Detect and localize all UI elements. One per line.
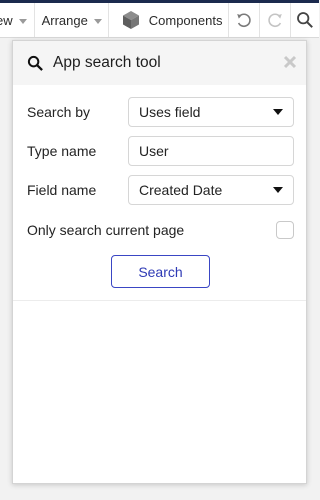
search-by-value: Uses field: [139, 104, 201, 120]
undo-icon: [237, 13, 252, 28]
type-name-label: Type name: [27, 143, 97, 159]
current-page-row: Only search current page: [27, 218, 294, 242]
components-button-label: Components: [148, 12, 223, 28]
redo-icon: [268, 13, 282, 28]
search-by-select[interactable]: Uses field: [128, 97, 294, 127]
close-button[interactable]: [282, 54, 298, 70]
dropdown-arrow-icon: [273, 187, 283, 193]
search-by-row: Search by Uses field: [27, 97, 294, 127]
current-page-checkbox[interactable]: [276, 221, 294, 239]
search-icon: [27, 55, 43, 71]
type-name-input[interactable]: User: [128, 136, 294, 166]
arrange-menu[interactable]: Arrange: [35, 3, 108, 37]
type-name-value: User: [139, 143, 169, 159]
field-name-select[interactable]: Created Date: [128, 175, 294, 205]
search-form: Search by Uses field Type name User Fiel…: [13, 85, 306, 301]
search-submit-button[interactable]: Search: [111, 255, 210, 288]
panel-header: App search tool: [13, 41, 306, 85]
redo-button[interactable]: [260, 3, 290, 37]
view-menu[interactable]: ew: [0, 3, 34, 37]
caret-down-icon: [18, 18, 27, 24]
field-name-label: Field name: [27, 182, 97, 198]
cube-icon: [122, 11, 139, 29]
field-name-value: Created Date: [139, 182, 223, 198]
app-search-panel: App search tool Search by Uses field Typ…: [12, 40, 307, 484]
arrange-menu-label: Arrange: [41, 12, 88, 28]
dropdown-arrow-icon: [273, 109, 283, 115]
current-page-label: Only search current page: [27, 222, 185, 238]
search-button[interactable]: [291, 3, 319, 37]
editor-toolbar: ew Arrange Components: [0, 3, 319, 38]
search-by-label: Search by: [27, 104, 91, 120]
close-icon: [283, 55, 297, 69]
components-button[interactable]: Components: [109, 3, 229, 37]
panel-title: App search tool: [53, 54, 161, 71]
search-icon: [297, 12, 313, 28]
undo-button[interactable]: [229, 3, 259, 37]
type-name-row: Type name User: [27, 136, 294, 166]
field-name-row: Field name Created Date: [27, 175, 294, 205]
view-menu-label: ew: [0, 12, 13, 28]
caret-down-icon: [93, 18, 102, 24]
